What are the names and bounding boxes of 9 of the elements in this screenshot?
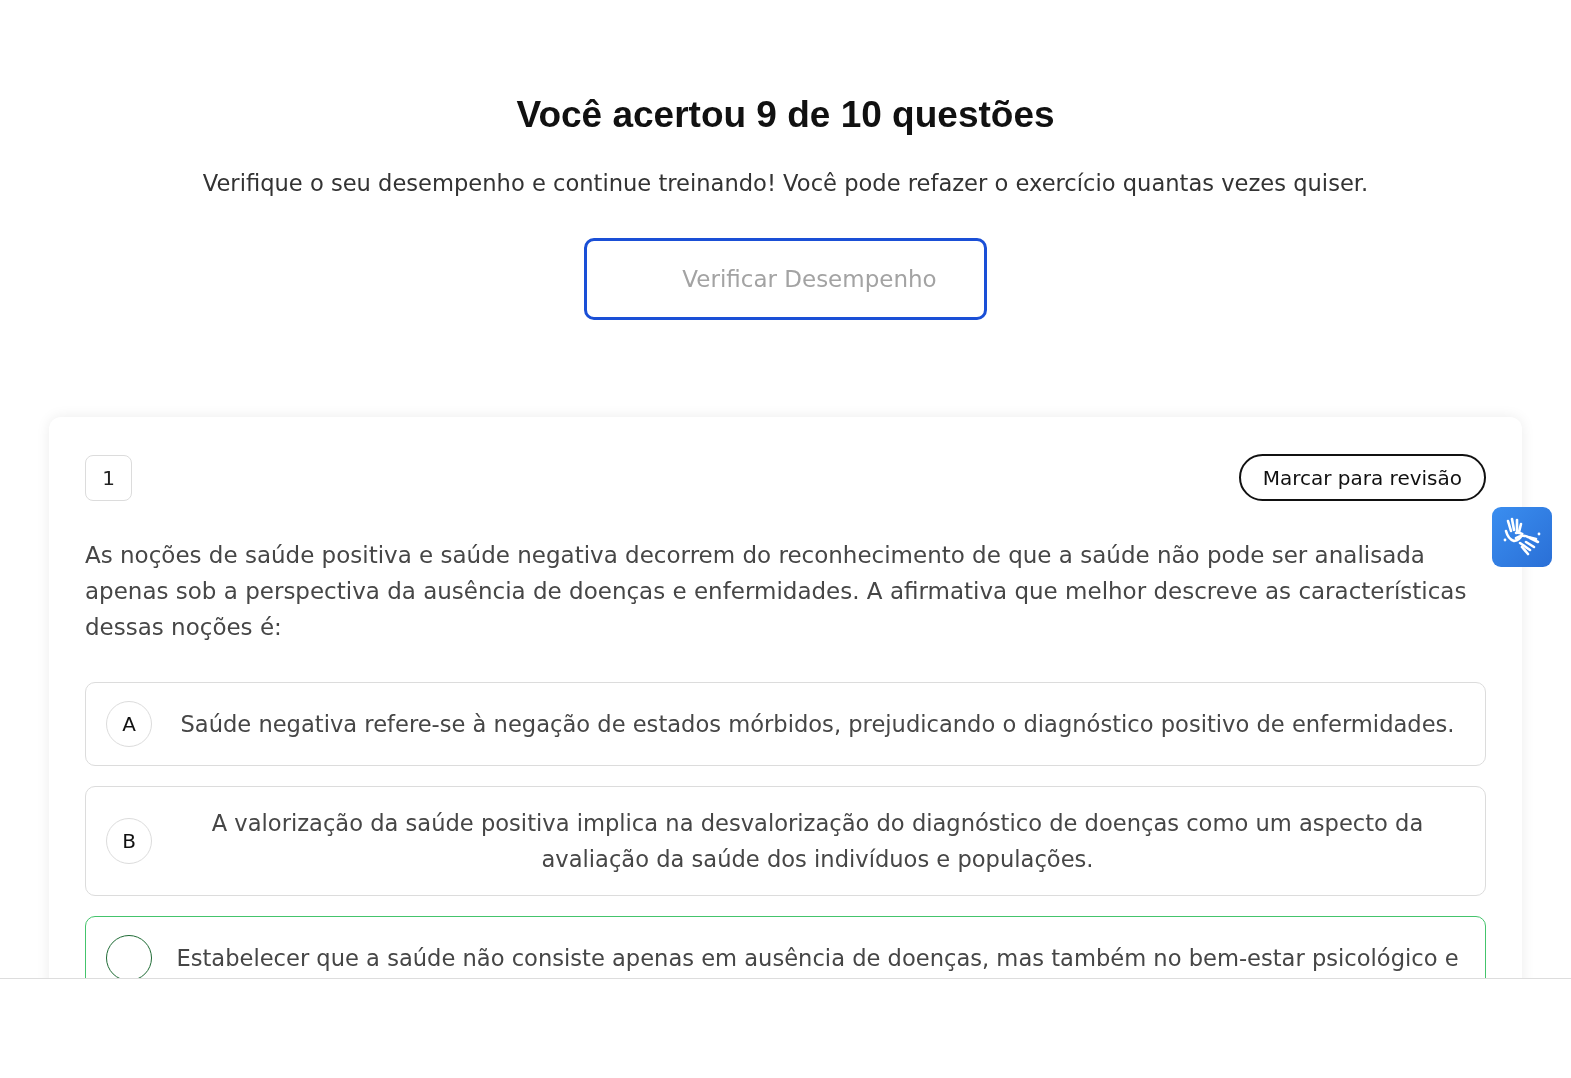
- question-text: As noções de saúde positiva e saúde negativa decorrem do reconhecimento de que a saúde não pode ser analisada apenas sob a perspectiva da ausência de doenças e enfermidades. A afirmativa que melhor descreve as características dessas noções é:: [85, 541, 1468, 642]
- result-title: Você acertou 9 de 10 questões: [516, 94, 1055, 136]
- answer-option[interactable]: Estabelecer que a saúde não consiste apenas em ausência de doenças, mas também no bem-estar psicológico e: [85, 916, 1486, 978]
- hands-icon[interactable]: [1492, 507, 1552, 567]
- result-subtitle: Verifique o seu desempenho e continue treinando! Você pode refazer o exercício quantas vezes quiser.: [202, 169, 1369, 198]
- question-number: 1: [85, 454, 132, 501]
- answer-option[interactable]: B A valorização da saúde positiva implica na desvalorização do diagnóstico de doenças como um aspecto da avaliação da saúde dos indivíduos e populações.: [85, 786, 1486, 896]
- answer-option[interactable]: A Saúde negativa refere-se à negação de estados mórbidos, prejudicando o diagnóstico positivo de enfermidades.: [85, 682, 1486, 766]
- mark-for-review-button[interactable]: Marcar para revisão: [1238, 454, 1486, 501]
